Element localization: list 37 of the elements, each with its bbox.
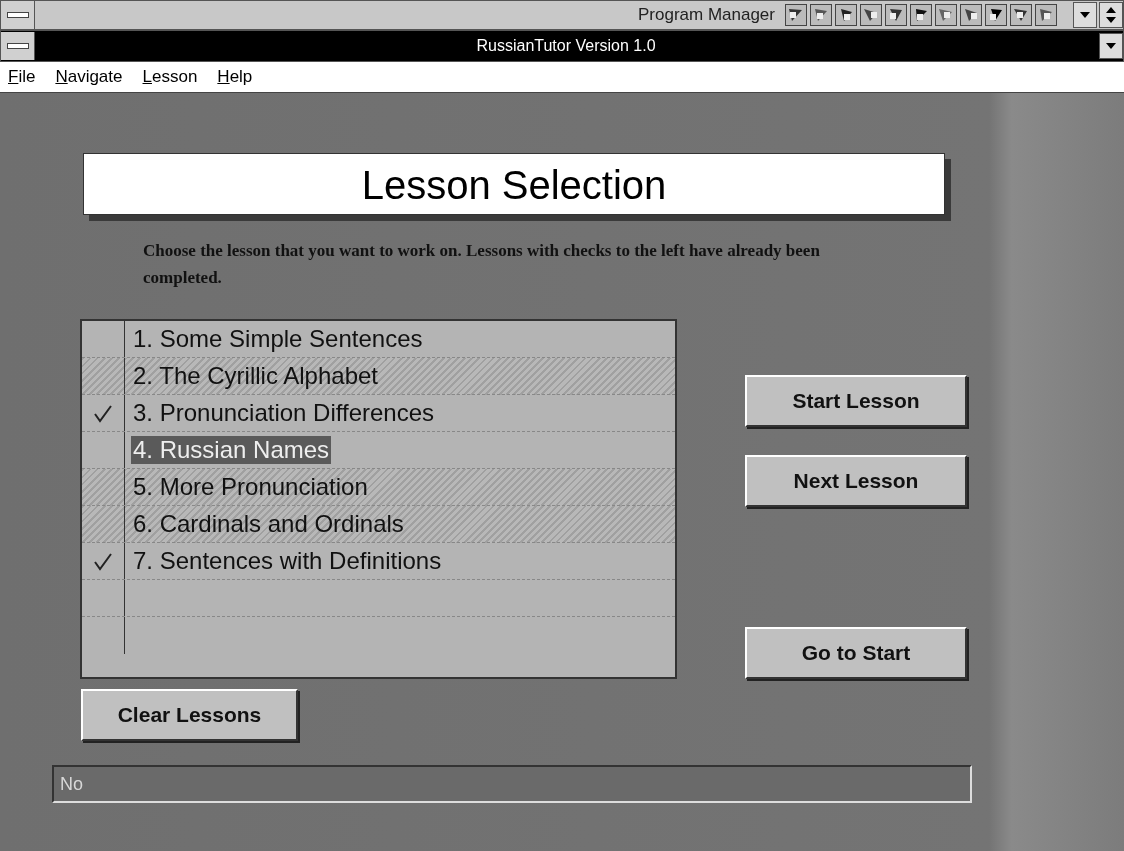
window-title: Program Manager xyxy=(637,5,776,25)
menu-item[interactable]: Help xyxy=(213,67,263,87)
caret-icon xyxy=(1080,12,1090,18)
system-menu-button[interactable] xyxy=(1,32,35,60)
menu-item[interactable]: Lesson xyxy=(138,67,208,87)
list-item[interactable]: 3. Pronunciation Differences xyxy=(131,399,437,427)
instructions-text: Choose the lesson that you want to work on. Lessons with checks to the left have already been completed. xyxy=(143,240,821,289)
minimize-button[interactable] xyxy=(1099,33,1123,59)
restore-button[interactable] xyxy=(1099,2,1123,28)
check-icon xyxy=(93,403,113,423)
list-item[interactable]: 1. Some Simple Sentences xyxy=(131,325,425,353)
next-lesson-button[interactable]: Next Lesson xyxy=(745,455,967,507)
program-icon[interactable] xyxy=(1010,4,1032,26)
window-title: RussianTutor Version 1.0 xyxy=(475,37,657,55)
menu-item[interactable]: File xyxy=(4,67,46,87)
check-icon xyxy=(93,551,113,571)
program-icon[interactable] xyxy=(885,4,907,26)
program-icon[interactable] xyxy=(935,4,957,26)
up-down-arrows-icon xyxy=(1106,7,1116,23)
program-icon[interactable] xyxy=(785,4,807,26)
clear-lessons-button[interactable]: Clear Lessons xyxy=(81,689,298,741)
program-icon[interactable] xyxy=(985,4,1007,26)
menu-item[interactable]: Navigate xyxy=(51,67,133,87)
minimize-button[interactable] xyxy=(1073,2,1097,28)
caret-icon xyxy=(1106,43,1116,49)
program-icon[interactable] xyxy=(960,4,982,26)
program-icon[interactable] xyxy=(810,4,832,26)
go-to-start-button[interactable]: Go to Start xyxy=(745,627,967,679)
program-icon[interactable] xyxy=(1035,4,1057,26)
program-icon[interactable] xyxy=(835,4,857,26)
start-lesson-button[interactable]: Start Lesson xyxy=(745,375,967,427)
list-item[interactable]: 4. Russian Names xyxy=(131,436,332,464)
system-menu-button[interactable] xyxy=(1,1,35,29)
status-field[interactable]: No xyxy=(52,765,972,803)
program-icon[interactable] xyxy=(860,4,882,26)
list-item[interactable]: 7. Sentences with Definitions xyxy=(131,547,444,575)
program-icon[interactable] xyxy=(910,4,932,26)
